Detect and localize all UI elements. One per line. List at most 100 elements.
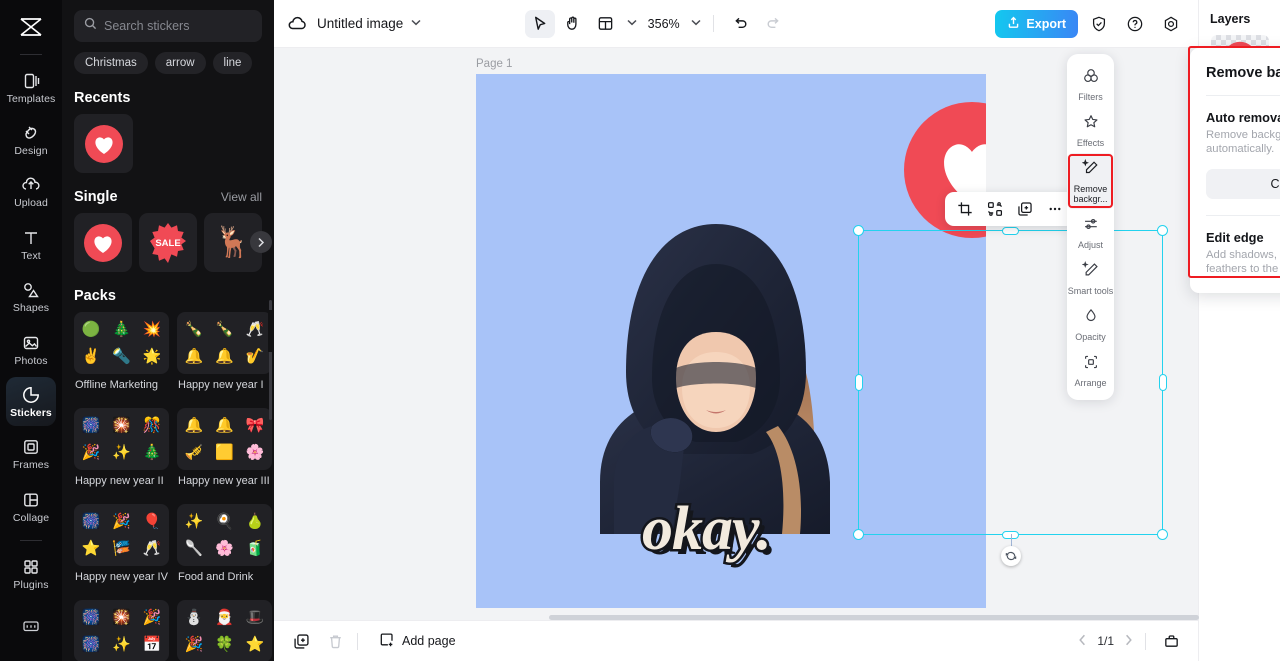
pack-glyph: 🍾: [184, 321, 204, 338]
delete-page-button[interactable]: [322, 628, 348, 654]
sticker-tile-heart[interactable]: [74, 213, 132, 272]
pack-card[interactable]: ⛄ 🎅 🎩 🎉 🍀 ⭐: [177, 600, 272, 661]
sidebar-item-shapes[interactable]: Shapes: [6, 272, 56, 321]
replace-button[interactable]: [981, 195, 1009, 223]
pack-glyph: 🎅: [215, 609, 234, 626]
resize-handle-top-center[interactable]: [1002, 226, 1019, 235]
hand-tool-button[interactable]: [558, 10, 588, 38]
zoom-level[interactable]: 356%: [648, 17, 680, 31]
duplicate-page-button[interactable]: [288, 628, 314, 654]
tool-label: Effects: [1076, 138, 1105, 148]
pack-glyph: 🧃: [245, 540, 265, 557]
resize-handle-bottom-right[interactable]: [1157, 529, 1168, 540]
prev-page-button[interactable]: [1078, 634, 1087, 649]
photo-object[interactable]: [556, 182, 878, 534]
select-tool-button[interactable]: [524, 9, 555, 38]
view-all-link[interactable]: View all: [221, 190, 262, 204]
crop-button[interactable]: [951, 195, 979, 223]
pack-card[interactable]: 🟢 🎄 💥 ✌ 🔦 🌟 Offline Marketing: [74, 312, 169, 400]
export-button[interactable]: Export: [995, 9, 1078, 38]
shield-check-icon[interactable]: [1084, 10, 1114, 38]
search-wrapper: [62, 0, 274, 42]
capcut-logo[interactable]: [11, 10, 51, 44]
more-options-button[interactable]: [1041, 195, 1069, 223]
pack-card[interactable]: ✨ 🍳 🍐 🥄 🌸 🧃 Food and Drink: [177, 504, 272, 592]
gear-icon[interactable]: [1156, 10, 1186, 38]
cloud-sync-icon[interactable]: [286, 13, 308, 35]
main-area: Untitled image 356% Export Page 1 okay. …: [274, 0, 1280, 661]
artboard[interactable]: okay.: [476, 74, 986, 608]
sidebar-item-text[interactable]: Text: [6, 220, 56, 269]
pack-glyph: ⭐: [81, 540, 101, 557]
page-indicator: 1/1: [1097, 634, 1114, 648]
panel-title: Remove background: [1206, 64, 1280, 81]
sidebar-item-collage[interactable]: Collage: [6, 482, 56, 531]
reindeer-sticker-icon: 🦌: [214, 225, 252, 259]
pack-glyph: 🎇: [112, 609, 131, 626]
chip-arrow[interactable]: arrow: [154, 52, 206, 74]
pack-card[interactable]: 🔔 🔔 🎀 🎺 🟨 🌸 Happy new year III: [177, 408, 272, 496]
chevron-down-icon[interactable]: [411, 18, 421, 29]
sidebar-item-photos[interactable]: Photos: [6, 325, 56, 374]
search-box[interactable]: [74, 10, 262, 42]
tool-filters[interactable]: Filters: [1067, 61, 1114, 107]
sticker-tile-sale[interactable]: SALE: [139, 213, 197, 272]
sidebar-item-design[interactable]: Design: [6, 115, 56, 164]
pack-glyph: 🎏: [112, 540, 131, 557]
document-title[interactable]: Untitled image: [317, 16, 403, 31]
pack-name: Offline Marketing: [75, 379, 158, 391]
okay-text-object[interactable]: okay.: [640, 493, 775, 566]
canvas-area[interactable]: Page 1 okay.: [274, 48, 1198, 620]
resize-handle-top-right[interactable]: [1157, 225, 1168, 236]
sidebar-item-plugins[interactable]: Plugins: [6, 549, 56, 598]
pack-thumbnail: ⛄ 🎅 🎩 🎉 🍀 ⭐: [177, 600, 272, 661]
pack-card[interactable]: 🎆 🎉 🎈 ⭐ 🎏 🥂 Happy new year IV: [74, 504, 169, 592]
redo-button[interactable]: [759, 10, 789, 38]
layout-tool-button[interactable]: [591, 10, 621, 38]
zoom-chevron-down-icon[interactable]: [691, 18, 701, 29]
help-circle-icon[interactable]: [1120, 10, 1150, 38]
horizontal-scrollbar[interactable]: [549, 615, 1199, 620]
tool-arrange[interactable]: Arrange: [1067, 347, 1114, 393]
tool-opacity[interactable]: Opacity: [1067, 301, 1114, 347]
tool-effects[interactable]: Effects: [1067, 107, 1114, 153]
tool-adjust[interactable]: Adjust: [1067, 209, 1114, 255]
pack-glyph: 🔦: [112, 348, 131, 365]
edit-edge-subtitle: Add shadows, strokes, glow, and feathers…: [1206, 249, 1280, 275]
sidebar-item-frames[interactable]: Frames: [6, 429, 56, 478]
resize-handle-middle-right[interactable]: [1158, 374, 1167, 391]
sidebar-item-templates[interactable]: Templates: [6, 63, 56, 112]
pack-glyph: 💥: [142, 321, 162, 338]
layout-chevron-down-icon[interactable]: [627, 18, 637, 29]
pack-glyph: 🍾: [215, 321, 234, 338]
customize-button[interactable]: Customize: [1206, 169, 1280, 199]
sticker-tile-heart-recent[interactable]: [74, 114, 133, 173]
add-page-icon: [379, 632, 395, 651]
tool-smart-tools[interactable]: Smart tools: [1067, 255, 1114, 301]
pack-thumbnail: ✨ 🍳 🍐 🥄 🌸 🧃: [177, 504, 272, 566]
sidebar-item-keyboard-shortcuts[interactable]: [6, 602, 56, 651]
panel-collapse-handle[interactable]: [268, 310, 274, 352]
chip-christmas[interactable]: Christmas: [74, 52, 148, 74]
bottom-divider: [357, 632, 358, 650]
smart-tools-icon: [1081, 261, 1100, 284]
pack-card[interactable]: 🍾 🍾 🥂 🔔 🔔 🎷 Happy new year I: [177, 312, 272, 400]
next-page-button[interactable]: [1124, 634, 1133, 649]
tool-remove-background[interactable]: Remove backgr...: [1067, 153, 1114, 209]
sidebar-item-stickers[interactable]: Stickers: [6, 377, 56, 427]
edit-edge-row: Edit edge Add shadows, strokes, glow, an…: [1206, 230, 1280, 276]
duplicate-button[interactable]: [1011, 195, 1039, 223]
pack-card[interactable]: 🎆 🎇 🎊 🎉 ✨ 🎄 Happy new year II: [74, 408, 169, 496]
add-page-button[interactable]: Add page: [379, 632, 456, 651]
search-input[interactable]: [104, 19, 252, 33]
rotate-handle[interactable]: [1000, 546, 1021, 566]
edit-edge-section[interactable]: Edit edge Add shadows, strokes, glow, an…: [1206, 216, 1280, 293]
sidebar-item-upload[interactable]: Upload: [6, 167, 56, 216]
resize-handle-bottom-center[interactable]: [1002, 530, 1019, 539]
single-next-arrow[interactable]: [250, 231, 272, 253]
top-toolbar: Untitled image 356% Export: [274, 0, 1198, 48]
chip-line[interactable]: line: [212, 52, 253, 74]
undo-button[interactable]: [726, 10, 756, 38]
page-view-button[interactable]: [1158, 628, 1184, 654]
pack-card[interactable]: 🎆 🎇 🎉 🎆 ✨ 📅: [74, 600, 169, 661]
